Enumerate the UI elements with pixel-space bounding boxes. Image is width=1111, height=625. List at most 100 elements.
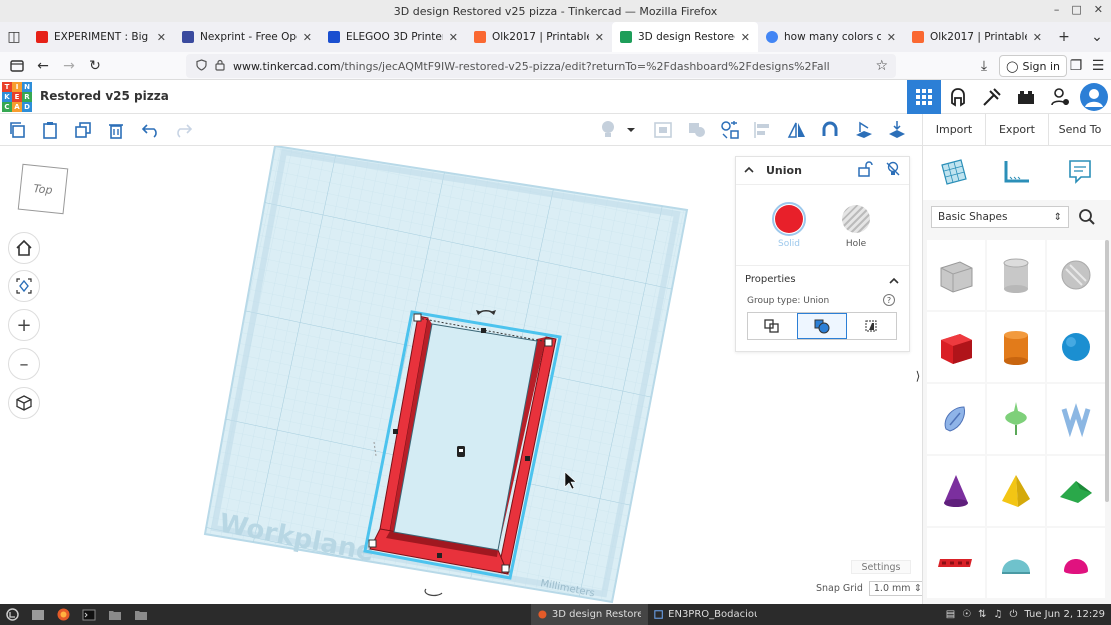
height-handle-icon[interactable] (457, 446, 465, 457)
back-icon[interactable]: ← (30, 53, 56, 79)
cylinder-hole-shape[interactable] (987, 240, 1045, 310)
resize-handle[interactable] (481, 328, 486, 333)
reload-icon[interactable]: ↻ (82, 53, 108, 79)
magnet-icon[interactable] (819, 120, 841, 140)
hole-option[interactable] (842, 205, 870, 233)
maximize-icon[interactable]: □ (1071, 3, 1081, 16)
basic-shapes-grid-icon[interactable] (939, 157, 969, 190)
cruise-icon[interactable] (719, 120, 741, 140)
sphere-hole-shape[interactable] (1047, 240, 1105, 310)
settings-button[interactable]: Settings (851, 560, 911, 574)
blocks-icon[interactable] (941, 80, 975, 114)
tab-close-icon[interactable]: ✕ (741, 31, 750, 44)
export-button[interactable]: Export (985, 114, 1048, 145)
duplicate-icon[interactable] (72, 120, 94, 140)
new-tab-icon[interactable]: + (1050, 22, 1078, 52)
resize-handle[interactable] (544, 338, 553, 347)
files-launcher-icon-2[interactable] (128, 604, 154, 625)
firefox-launcher-icon[interactable] (51, 604, 76, 625)
menu-icon[interactable]: ☰ (1085, 53, 1111, 79)
import-button[interactable]: Import (922, 114, 985, 145)
group-type-merge-icon[interactable] (748, 313, 797, 339)
tab-close-icon[interactable]: ✕ (303, 31, 312, 44)
group-icon[interactable] (652, 120, 674, 140)
zoom-out-icon[interactable]: – (8, 348, 40, 380)
drop-icon[interactable] (886, 120, 908, 140)
start-menu-icon[interactable] (0, 604, 25, 625)
tab-close-icon[interactable]: ✕ (1033, 31, 1042, 44)
properties-chevron-up-icon[interactable] (889, 274, 899, 288)
roof-shape[interactable] (1047, 456, 1105, 526)
resize-handle[interactable] (437, 553, 442, 558)
bookmark-star-icon[interactable]: ☆ (875, 58, 888, 74)
solid-option[interactable] (772, 202, 806, 236)
clock[interactable]: Tue Jun 2, 12:29 (1024, 609, 1105, 620)
paraboloid-shape[interactable] (987, 384, 1045, 454)
rotate-handle-icon[interactable] (424, 588, 443, 597)
resize-handle[interactable] (368, 539, 377, 548)
redo-icon[interactable] (172, 120, 194, 140)
box-hole-shape[interactable] (927, 240, 985, 310)
home-view-icon[interactable] (8, 232, 40, 264)
tab-close-icon[interactable]: ✕ (595, 31, 604, 44)
add-user-icon[interactable] (1043, 80, 1077, 114)
search-icon[interactable] (1073, 206, 1101, 228)
shapes-scrollbar[interactable] (1105, 240, 1109, 502)
help-icon[interactable]: ? (883, 294, 895, 306)
unlock-icon[interactable] (857, 161, 873, 180)
resize-handle[interactable] (393, 429, 398, 434)
downloads-icon[interactable]: ⤓ (971, 53, 997, 79)
scribble-shape[interactable] (927, 384, 985, 454)
bricks-icon[interactable] (975, 80, 1009, 114)
resize-handle[interactable] (501, 564, 510, 573)
notes-icon[interactable] (1065, 157, 1095, 190)
browser-tab-6[interactable]: Olk2017 | Printables.com ✕ (904, 22, 1050, 52)
ruler-icon[interactable] (1002, 157, 1032, 190)
files-launcher-icon[interactable] (102, 604, 128, 625)
resize-handle[interactable] (413, 313, 422, 322)
text-wave-shape[interactable] (1047, 384, 1105, 454)
align-icon[interactable] (752, 120, 774, 140)
box-shape[interactable] (927, 312, 985, 382)
show-desktop-icon[interactable] (25, 604, 51, 625)
taskbar-window-document[interactable]: EN3PRO_Bodacious... (647, 604, 763, 625)
ungroup-icon[interactable] (686, 120, 708, 140)
mirror-icon[interactable] (786, 120, 808, 140)
address-bar[interactable]: www.tinkercad.com/things/jecAQMtF9IW-res… (186, 54, 896, 78)
browser-tab-0[interactable]: EXPERIMENT : Big Pink Er ✕ (28, 22, 174, 52)
group-type-hole-icon[interactable] (847, 313, 896, 339)
sphere-shape[interactable] (1047, 312, 1105, 382)
perspective-cube-icon[interactable] (8, 387, 40, 419)
lego-brick-icon[interactable] (1009, 80, 1043, 114)
snap-grid-select[interactable]: 1.0 mm ⇕ (868, 581, 927, 596)
light-dropdown-chevron-down-icon[interactable] (624, 120, 638, 140)
tab-overview-icon[interactable]: ◫ (0, 22, 28, 52)
delete-trash-icon[interactable] (105, 120, 127, 140)
shield-icon[interactable] (196, 58, 207, 74)
browser-tab-2[interactable]: ELEGOO 3D Printers, Ardu ✕ (320, 22, 466, 52)
half-sphere-pink-shape[interactable] (1047, 528, 1105, 598)
solid-color-swatch[interactable] (775, 205, 803, 233)
copy-icon[interactable] (6, 120, 28, 140)
collapse-chevron-up-icon[interactable] (744, 164, 754, 177)
half-sphere-shape[interactable] (987, 528, 1045, 598)
3d-view-grid-icon[interactable] (907, 80, 941, 114)
workplane-icon[interactable] (853, 120, 875, 140)
cylinder-shape[interactable] (987, 312, 1045, 382)
close-window-icon[interactable]: ✕ (1094, 3, 1103, 16)
hide-light-bulb-icon[interactable] (885, 161, 901, 180)
light-bulb-icon[interactable] (597, 120, 619, 140)
browser-tab-5[interactable]: how many colors can the ✕ (758, 22, 904, 52)
sign-in-button[interactable]: ◯ Sign in (999, 55, 1067, 77)
browser-tab-1[interactable]: Nexprint - Free Open-Sou ✕ (174, 22, 320, 52)
design-name[interactable]: Restored v25 pizza (40, 89, 169, 103)
taskbar-window-firefox[interactable]: 3D design Restored ... (531, 604, 647, 625)
tab-close-icon[interactable]: ✕ (449, 31, 458, 44)
terminal-launcher-icon[interactable] (76, 604, 102, 625)
tab-close-icon[interactable]: ✕ (887, 31, 896, 44)
zoom-in-icon[interactable]: + (8, 309, 40, 341)
tab-list-chevron-down-icon[interactable]: ⌄ (1083, 22, 1111, 52)
shield-tray-icon[interactable]: ☉ (962, 609, 971, 620)
power-icon[interactable]: ⏻ (1009, 609, 1017, 620)
view-cube[interactable]: Top (17, 163, 69, 215)
